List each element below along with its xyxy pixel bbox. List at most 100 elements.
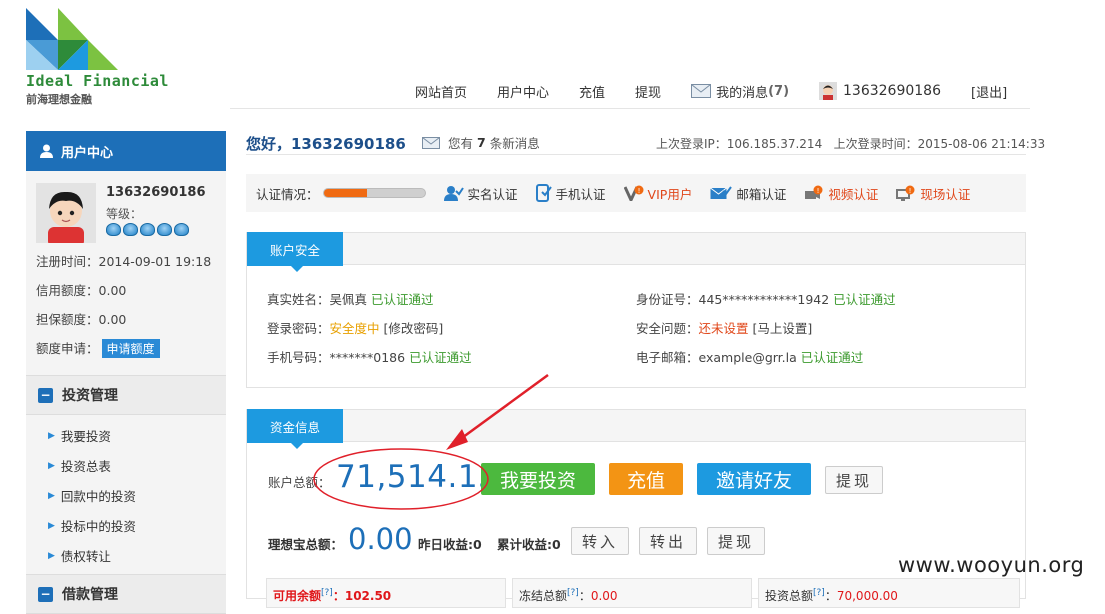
verification-progress (322, 188, 426, 198)
credit-limit-value: 0.00 (98, 283, 127, 298)
lixiangbao-withdraw-button[interactable]: 提现 (707, 527, 765, 555)
svg-text:!: ! (909, 187, 912, 195)
mail-icon (422, 136, 440, 149)
nav-home[interactable]: 网站首页 (415, 82, 467, 101)
user-avatar-icon (819, 82, 838, 100)
bullet-icon: ▶ (48, 460, 55, 471)
bullet-icon: ▶ (48, 490, 55, 501)
top-navigation: 网站首页 用户中心 充值 提现 我的消息 (7) 13632690186 [退出] (415, 80, 1007, 102)
nav-recharge[interactable]: 充值 (579, 82, 605, 101)
user-icon (40, 144, 53, 158)
invested-total: 投资总额[?]：70,000.00 (758, 578, 1020, 608)
panel-header: 资金信息 (247, 409, 1025, 449)
section-invest-label: 投资管理 (62, 388, 118, 404)
total-amount: 71,514.13 (336, 459, 499, 495)
phone-value: *******0186 (329, 350, 406, 365)
transfer-in-button[interactable]: 转入 (571, 527, 629, 555)
recharge-button[interactable]: 充值 (609, 463, 683, 495)
password-row: 登录密码：安全度中 [修改密码] (267, 318, 443, 337)
verify-video[interactable]: ! 视频认证 (804, 184, 878, 203)
section-invest-management[interactable]: − 投资管理 (26, 375, 226, 415)
verify-realname[interactable]: 实名认证 (443, 184, 518, 203)
sidebar-link-invest-summary[interactable]: ▶ 投资总表 (48, 456, 111, 475)
email-value: example@grr.la (698, 350, 797, 365)
limit-apply: 额度申请： 申请额度 (36, 338, 160, 358)
sidebar-link-invest[interactable]: ▶ 我要投资 (48, 426, 111, 445)
id-number-row: 身份证号：445************1942 已认证通过 (636, 289, 896, 308)
security-question-row: 安全问题：还未设置 [马上设置] (636, 318, 812, 337)
verify-label: 实名认证 (467, 186, 518, 202)
frozen-label: 冻结总额 (519, 589, 568, 603)
sidebar-link-label: 债权转让 (60, 549, 111, 564)
nav-withdraw[interactable]: 提现 (635, 82, 661, 101)
invest-button[interactable]: 我要投资 (481, 463, 595, 495)
avatar-image (36, 183, 96, 243)
available-value: 102.50 (344, 589, 392, 603)
last-login-info: 上次登录IP：106.185.37.214 上次登录时间：2015-08-06 … (656, 137, 1046, 151)
svg-text:!: ! (637, 187, 640, 195)
new-messages-notice[interactable]: 您有 7 条新消息 (422, 133, 540, 152)
verify-vip[interactable]: ! VIP用户 (623, 184, 692, 203)
real-name-status: 已认证通过 (371, 292, 434, 307)
security-question-status: 还未设置 (698, 321, 749, 336)
phone-status: 已认证通过 (409, 350, 472, 365)
verify-phone[interactable]: 手机认证 (535, 184, 606, 203)
id-number-value: 445************1942 (698, 292, 830, 307)
sidebar-link-bidding[interactable]: ▶ 投标中的投资 (48, 516, 136, 535)
nav-username: 13632690186 (843, 83, 941, 99)
phone-label: 手机号码： (267, 350, 330, 365)
invite-friends-button[interactable]: 邀请好友 (697, 463, 811, 495)
help-icon[interactable]: [?] (321, 588, 333, 598)
greeting: 您好，13632690186 (246, 135, 406, 153)
verify-onsite[interactable]: ! 现场认证 (896, 184, 970, 203)
tab-account-security[interactable]: 账户安全 (247, 232, 343, 272)
phone-check-icon (535, 184, 552, 202)
tab-funds-info[interactable]: 资金信息 (247, 409, 343, 449)
help-icon[interactable]: [?] (567, 588, 579, 598)
new-msg-suffix: 条新消息 (489, 136, 540, 151)
mail-check-icon (710, 186, 733, 199)
brand-name-cn: 前海理想金融 (26, 93, 92, 106)
video-icon: ! (805, 185, 823, 199)
vip-icon: ! (623, 185, 644, 201)
nav-messages-label: 我的消息 (716, 85, 769, 101)
avatar[interactable] (36, 183, 96, 243)
sidebar-link-repaying[interactable]: ▶ 回款中的投资 (48, 486, 136, 505)
sidebar: 用户中心 13632690186 等级： 注册时间：2014-09-01 19:… (26, 131, 226, 614)
nav-user-center[interactable]: 用户中心 (497, 82, 549, 101)
sidebar-username: 13632690186 (106, 185, 206, 200)
panel-header: 账户安全 (247, 232, 1025, 272)
account-security-panel: 账户安全 真实姓名：吴佩真 已认证通过 身份证号：445************… (246, 232, 1026, 388)
section-loan-management[interactable]: − 借款管理 (26, 574, 226, 614)
sidebar-header[interactable]: 用户中心 (26, 131, 226, 171)
guarantee-limit-label: 担保额度： (36, 312, 99, 327)
verification-bar: 认证情况： 实名认证 手机认证 ! VIP用户 邮箱认证 ! 视频认证 ! 现场… (246, 174, 1026, 212)
sidebar-link-label: 投标中的投资 (60, 519, 136, 534)
apply-limit-button[interactable]: 申请额度 (101, 339, 160, 358)
transfer-out-button[interactable]: 转出 (639, 527, 697, 555)
verify-email[interactable]: 邮箱认证 (710, 184, 786, 203)
lixiangbao-amount: 0.00 (348, 522, 413, 556)
level-badge-icon (106, 223, 121, 236)
nav-messages[interactable]: 我的消息 (7) (691, 82, 789, 101)
greeting-divider (246, 154, 1026, 155)
set-question-link[interactable]: [马上设置] (753, 321, 813, 336)
change-password-link[interactable]: [修改密码] (384, 321, 444, 336)
available-balance: 可用余额[?]：102.50 (266, 578, 506, 608)
sidebar-link-label: 回款中的投资 (60, 489, 136, 504)
sidebar-link-label: 我要投资 (60, 429, 111, 444)
id-number-status: 已认证通过 (833, 292, 896, 307)
withdraw-button[interactable]: 提现 (825, 466, 883, 494)
phone-row: 手机号码：*******0186 已认证通过 (267, 347, 472, 366)
sidebar-link-debt-transfer[interactable]: ▶ 债权转让 (48, 546, 111, 565)
total-label: 账户总额： (268, 475, 331, 490)
level-badge-icon (157, 223, 172, 236)
credit-limit: 信用额度：0.00 (36, 280, 126, 299)
logout-link[interactable]: [退出] (971, 82, 1007, 101)
limit-apply-label: 额度申请： (36, 341, 99, 356)
verify-label: 邮箱认证 (736, 186, 787, 202)
verification-label: 认证情况： (256, 186, 319, 202)
nav-user[interactable]: 13632690186 (819, 82, 941, 100)
available-label: 可用余额 (273, 589, 322, 603)
help-icon[interactable]: [?] (813, 588, 825, 598)
